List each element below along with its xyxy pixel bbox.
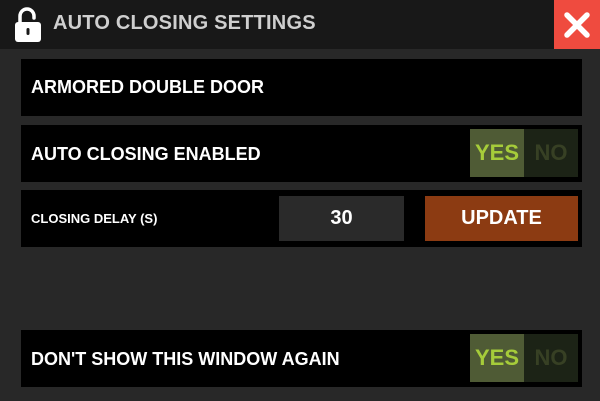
dont-show-toggle: YES NO [470, 334, 578, 382]
auto-closing-yes-button[interactable]: YES [470, 129, 524, 177]
title-bar: AUTO CLOSING SETTINGS [0, 0, 600, 49]
door-name: ARMORED DOUBLE DOOR [31, 77, 264, 97]
lock-open-icon [15, 7, 41, 42]
closing-delay-label: CLOSING DELAY (S) [31, 211, 158, 226]
auto-closing-no-button[interactable]: NO [524, 129, 578, 177]
auto-closing-label: AUTO CLOSING ENABLED [31, 144, 261, 164]
settings-window: AUTO CLOSING SETTINGS ARMORED DOUBLE DOO… [0, 0, 600, 401]
dont-show-row: DON'T SHOW THIS WINDOW AGAIN YES NO [21, 330, 582, 387]
dont-show-label: DON'T SHOW THIS WINDOW AGAIN [31, 349, 340, 369]
window-title: AUTO CLOSING SETTINGS [53, 12, 316, 34]
door-name-row: ARMORED DOUBLE DOOR [21, 59, 582, 116]
auto-closing-toggle: YES NO [470, 129, 578, 177]
closing-delay-row: CLOSING DELAY (S) UPDATE [21, 190, 582, 247]
dont-show-yes-button[interactable]: YES [470, 334, 524, 382]
close-button[interactable] [554, 0, 600, 49]
update-button[interactable]: UPDATE [425, 196, 578, 241]
dont-show-no-button[interactable]: NO [524, 334, 578, 382]
close-icon [564, 11, 590, 38]
auto-closing-row: AUTO CLOSING ENABLED YES NO [21, 125, 582, 182]
closing-delay-input[interactable] [279, 196, 404, 241]
